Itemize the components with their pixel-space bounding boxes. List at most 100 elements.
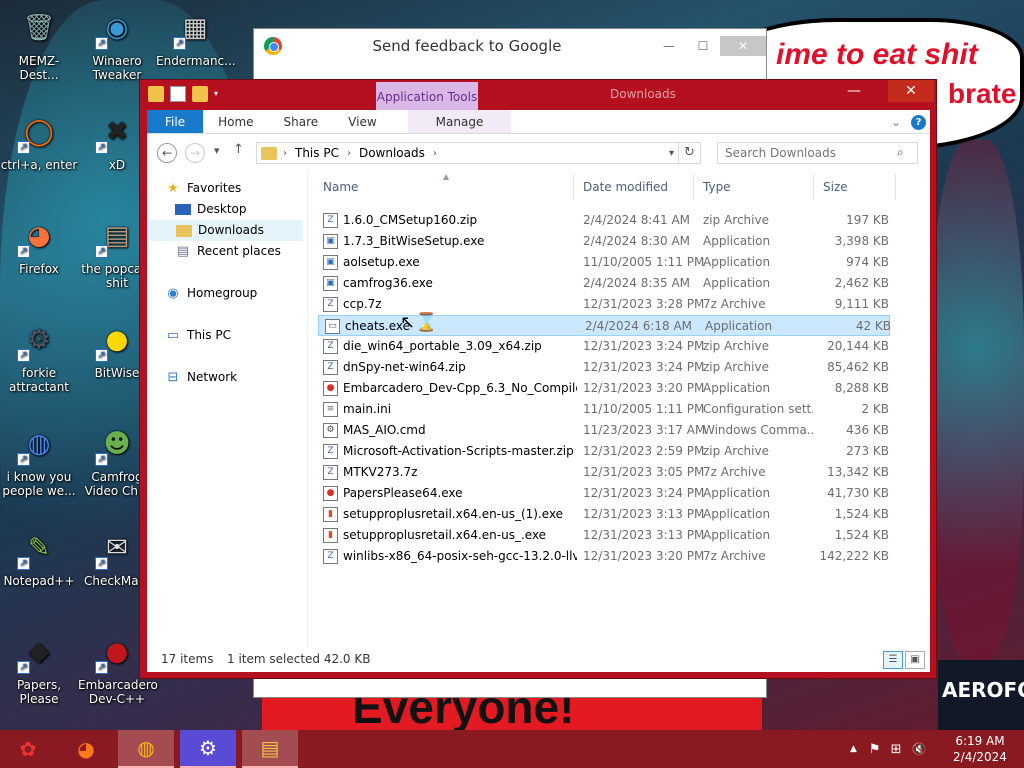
desktop-icon-firefox[interactable]: ◕ ↗ Firefox: [0, 214, 78, 276]
column-header-type[interactable]: Type: [703, 180, 731, 200]
nav-this-pc[interactable]: ▭ This PC: [165, 325, 231, 346]
tab-home[interactable]: Home: [203, 110, 268, 133]
expand-ribbon-icon[interactable]: ⌄: [885, 110, 907, 133]
tab-share[interactable]: Share: [269, 110, 334, 133]
shortcut-arrow-icon: ↗: [95, 557, 108, 570]
action-center-flag-icon[interactable]: ⚑: [869, 742, 881, 757]
chrome-window-title: Send feedback to Google: [372, 37, 562, 55]
tab-view[interactable]: View: [333, 110, 391, 133]
nav-recent-places[interactable]: ▤ Recent places: [175, 241, 281, 262]
file-size: 1,524 KB: [834, 507, 889, 521]
search-input[interactable]: [717, 142, 918, 164]
explorer-window-title: Downloads: [610, 87, 676, 101]
nav-desktop[interactable]: Desktop: [175, 199, 247, 220]
breadcrumb-this-pc[interactable]: This PC: [295, 146, 339, 160]
desktop-icon-ring[interactable]: ◯ ↗ ctrl+a, enter: [0, 110, 78, 172]
file-row[interactable]: Z Microsoft-Activation-Scripts-master.zip…: [317, 441, 930, 462]
file-row[interactable]: Z 1.6.0_CMSetup160.zip 2/4/2024 8:41 AM zip…: [317, 210, 930, 231]
chevron-right-icon[interactable]: ›: [347, 148, 351, 159]
file-row[interactable]: ▣ camfrog36.exe 2/4/2024 8:35 AM Applicatio…: [317, 273, 930, 294]
desktop-icon-winaero[interactable]: ◉ ↗ Winaero Tweaker: [78, 6, 156, 82]
file-row[interactable]: Zwinlibs-x86_64-posix-seh-gcc-13.2.0-llv…: [317, 546, 930, 567]
column-header-size[interactable]: Size: [823, 180, 848, 200]
breadcrumb-downloads[interactable]: Downloads: [359, 146, 425, 160]
taskbar: ✿ ◕ ◍ ⚙ ▤ ▲ ⚑ ⊞ 🔇 6:19 AM 2/4/2024: [0, 730, 1024, 768]
new-folder-icon[interactable]: [192, 86, 208, 102]
recent-places-icon: ▤: [176, 243, 190, 259]
file-type: zip Archive: [703, 444, 769, 458]
chrome-minimize-button[interactable]: —: [652, 36, 686, 56]
file-row[interactable]: ⚙ MAS_AIO.cmd 11/23/2023 3:17 AM Windows Co…: [317, 420, 930, 441]
chevron-down-icon[interactable]: ▾: [669, 148, 674, 159]
explorer-close-button[interactable]: ✕: [888, 80, 934, 102]
desktop-icon-papers-please[interactable]: ◆ ↗ Papers, Please: [0, 630, 78, 706]
file-row[interactable]: ≡ main.ini 11/10/2005 1:11 PM Configuration…: [317, 399, 930, 420]
file-row[interactable]: ▮ setupproplusretail.x64.en-us_.exe 12/31/…: [317, 525, 930, 546]
chrome-titlebar[interactable]: Send feedback to Google — ☐ ✕: [254, 29, 766, 63]
start-button[interactable]: ✿: [0, 730, 56, 768]
taskbar-file-explorer[interactable]: ▤: [242, 730, 298, 768]
tab-manage[interactable]: Manage: [407, 110, 512, 133]
file-name: Embarcadero_Dev-Cpp_6.3_No_Compiler...: [343, 381, 577, 395]
chevron-right-icon[interactable]: ›: [283, 148, 287, 159]
network-icon[interactable]: ⊞: [891, 742, 902, 757]
taskbar-firefox[interactable]: ◕: [58, 730, 114, 768]
file-type: Windows Comma...: [703, 423, 813, 437]
file-row[interactable]: Zdie_win64_portable_3.09_x64.zip 12/31/20…: [317, 336, 930, 357]
desktop-icon-notepad[interactable]: ✎ ↗ Notepad++: [0, 526, 78, 588]
ribbon-tabs: File Home Share View Manage ⌄ ?: [147, 110, 930, 134]
nav-network[interactable]: ⊟ Network: [165, 367, 238, 388]
chrome-close-button[interactable]: ✕: [720, 36, 766, 56]
clock[interactable]: 6:19 AM 2/4/2024: [950, 733, 1010, 765]
file-row[interactable]: ▣ aolsetup.exe 11/10/2005 1:11 PM Applicati…: [317, 252, 930, 273]
chrome-maximize-button[interactable]: ☐: [686, 36, 720, 56]
properties-icon[interactable]: [170, 86, 186, 102]
file-type-icon: ▣: [323, 255, 338, 270]
large-icons-view-button[interactable]: ▣: [905, 651, 925, 669]
explorer-titlebar[interactable]: ▾ Application Tools Downloads — ✕: [140, 80, 936, 110]
shortcut-arrow-icon: ↗: [17, 245, 30, 258]
file-row[interactable]: ● Embarcadero_Dev-Cpp_6.3_No_Compiler... 1…: [317, 378, 930, 399]
file-row[interactable]: ● PapersPlease64.exe 12/31/2023 3:24 PM App…: [317, 483, 930, 504]
back-button[interactable]: ←: [157, 143, 177, 163]
recent-locations-icon[interactable]: ▾: [214, 144, 220, 157]
file-type-icon: Z: [323, 339, 338, 354]
tab-file[interactable]: File: [147, 110, 204, 133]
taskbar-chrome[interactable]: ◍: [118, 730, 174, 768]
help-icon[interactable]: ?: [911, 115, 926, 130]
camfrog-icon: ☻ ↗: [95, 422, 139, 466]
file-type-icon: ●: [323, 486, 338, 501]
taskbar-settings[interactable]: ⚙: [180, 730, 236, 768]
desktop-icon-recycle-bin[interactable]: 🗑 MEMZ-Dest...: [0, 6, 78, 82]
show-hidden-icons-button[interactable]: ▲: [850, 744, 857, 754]
application-tools-tab[interactable]: Application Tools: [376, 82, 478, 110]
desktop-icon-chrome[interactable]: ◍ ↗ i know you people we...: [0, 422, 78, 498]
explorer-minimize-button[interactable]: —: [840, 80, 868, 102]
details-view-button[interactable]: ☰: [883, 651, 903, 669]
chevron-right-icon[interactable]: ›: [433, 148, 437, 159]
desktop-icon-document[interactable]: ▦ ↗ Endermanc...: [156, 6, 236, 68]
file-explorer-window[interactable]: ▾ Application Tools Downloads — ✕ File H…: [139, 79, 937, 679]
nav-favorites[interactable]: ★ Favorites: [165, 178, 241, 199]
refresh-button[interactable]: ↻: [679, 142, 701, 164]
desktop-icon-settings[interactable]: ⚙ ↗ forkie attractant: [0, 318, 78, 394]
column-header-date[interactable]: Date modified: [583, 180, 668, 200]
column-header-name[interactable]: Name: [323, 180, 358, 200]
nav-homegroup[interactable]: ◉ Homegroup: [165, 283, 257, 304]
file-row[interactable]: ZdnSpy-net-win64.zip 12/31/2023 3:24 PM zi…: [317, 357, 930, 378]
file-type-icon: ≡: [323, 402, 338, 417]
nav-downloads[interactable]: Downloads: [149, 220, 303, 241]
search-icon[interactable]: ⌕: [897, 145, 904, 160]
volume-muted-icon[interactable]: 🔇: [911, 742, 926, 756]
chevron-down-icon[interactable]: ▾: [214, 86, 222, 102]
up-button[interactable]: ↑: [233, 142, 244, 157]
file-type-icon: Z: [323, 360, 338, 375]
file-type: Application: [703, 381, 771, 395]
file-row[interactable]: ▮ setupproplusretail.x64.en-us_(1).exe 12/…: [317, 504, 930, 525]
file-row[interactable]: ▣ 1.7.3_BitWiseSetup.exe 2/4/2024 8:30 AM A…: [317, 231, 930, 252]
file-row[interactable]: Z MTKV273.7z 12/31/2023 3:05 PM 7z Archive 1…: [317, 462, 930, 483]
file-name: winlibs-x86_64-posix-seh-gcc-13.2.0-llv.…: [343, 549, 577, 563]
address-bar[interactable]: › This PC › Downloads › ▾: [256, 142, 679, 164]
forward-button[interactable]: →: [185, 143, 205, 163]
folder-icon[interactable]: [148, 86, 164, 102]
